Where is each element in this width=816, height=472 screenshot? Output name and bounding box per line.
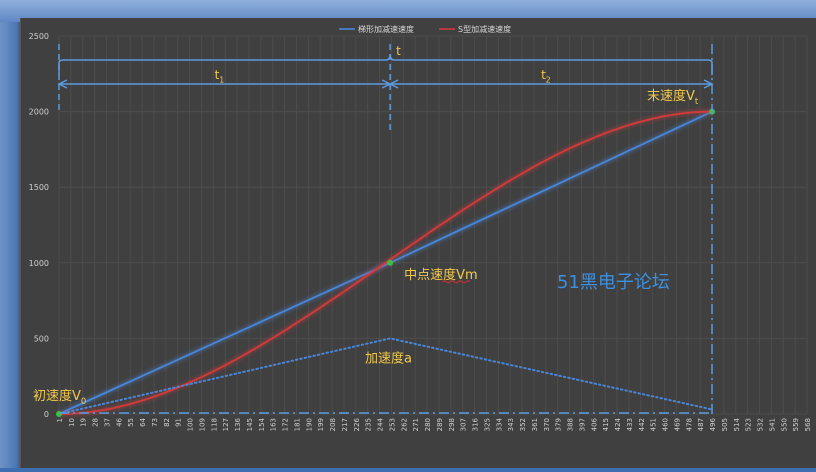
x-tick-label: 55 <box>127 418 135 427</box>
x-tick-label: 64 <box>139 417 147 426</box>
chart-svg: 050010001500200025001 10 19 28 37 46 55 64 73 82 9… <box>29 24 812 431</box>
annotation-t1-sub: 1 <box>219 76 224 85</box>
window: 0 500 1000 1500 2000 2500 1 10 19 28 37 46 55 64 73 82 9… <box>0 0 816 468</box>
chart-area[interactable]: 0 500 1000 1500 2000 2500 1 10 19 28 37 46 55 64 73 82 9… <box>20 18 816 468</box>
x-tick-label: 487 <box>697 418 705 431</box>
x-tick-label: 1 <box>56 418 64 422</box>
x-tick-label: 541 <box>768 418 776 431</box>
x-tick-label: 442 <box>638 418 646 431</box>
x-tick-label: 37 <box>103 418 111 427</box>
x-tick-label: 82 <box>163 418 171 427</box>
annotation-t: t <box>396 44 401 58</box>
x-tick-label: 235 <box>365 418 373 431</box>
x-tick-label: 181 <box>293 418 301 431</box>
x-tick-label: 28 <box>92 418 100 427</box>
x-tick-label: 262 <box>400 418 408 431</box>
x-tick-label: 388 <box>567 418 575 431</box>
annotation-v0-sub: 0 <box>81 396 86 406</box>
x-tick-label: 199 <box>317 418 325 431</box>
annotation-vt-main: 末速度V <box>647 88 695 104</box>
x-tick-label: 244 <box>377 417 385 431</box>
x-tick-label: 208 <box>329 418 337 431</box>
x-tick-label: 271 <box>412 418 420 431</box>
x-tick-label: 73 <box>151 418 159 427</box>
annotation-t-main: t <box>396 44 401 58</box>
x-tick-label: 532 <box>757 418 765 431</box>
x-tick-label: 559 <box>792 418 800 431</box>
x-tick-label: 415 <box>602 418 610 431</box>
x-tick-label: 307 <box>460 418 468 431</box>
x-tick-label: 163 <box>270 418 278 431</box>
x-tick-label: 19 <box>80 418 88 427</box>
annotation-vm: 中点速度Vm <box>404 267 478 283</box>
x-tick-label: 316 <box>472 417 480 431</box>
legend-entry: 梯形加减速速度 <box>358 24 414 34</box>
data-marker <box>56 411 62 417</box>
y-tick-label: 2500 <box>29 32 49 41</box>
y-tick-label: 500 <box>34 334 49 343</box>
x-tick-label: 370 <box>543 418 551 431</box>
annotation-v0: 初速度V0 <box>33 388 86 406</box>
x-tick-label: 217 <box>341 418 349 431</box>
x-tick-label: 154 <box>258 417 266 431</box>
x-tick-label: 298 <box>448 418 456 431</box>
x-tick-label: 550 <box>780 418 788 431</box>
x-tick-label: 478 <box>685 418 693 431</box>
x-tick-label: 379 <box>555 418 563 431</box>
x-tick-label: 361 <box>531 418 539 431</box>
x-tick-label: 226 <box>353 417 361 431</box>
x-tick-label: 325 <box>483 418 491 431</box>
annotation-vt: 末速度Vt <box>647 88 699 106</box>
y-tick-label: 1000 <box>29 259 49 268</box>
x-tick-label: 433 <box>626 418 634 431</box>
x-tick-label: 496 <box>709 417 717 431</box>
x-tick-label: 118 <box>210 418 218 431</box>
x-tick-label: 109 <box>198 418 206 431</box>
x-tick-label: 424 <box>614 417 622 431</box>
y-tick-label: 1500 <box>29 183 49 192</box>
x-tick-label: 289 <box>436 418 444 431</box>
x-tick-label: 91 <box>175 418 183 427</box>
annotation-vt-sub: t <box>695 96 699 106</box>
x-tick-label: 460 <box>662 418 670 431</box>
x-tick-label: 334 <box>495 417 503 431</box>
x-tick-label: 352 <box>519 418 527 431</box>
legend-entry: S型加减速速度 <box>458 24 511 34</box>
x-tick-label: 100 <box>187 418 195 431</box>
annotation-vm-main: 中点速度Vm <box>404 267 478 283</box>
x-tick-label: 253 <box>388 418 396 431</box>
x-tick-label: 145 <box>246 418 254 431</box>
x-tick-label: 406 <box>590 417 598 431</box>
x-tick-label: 343 <box>507 418 515 431</box>
x-tick-label: 469 <box>673 418 681 431</box>
x-tick-label: 514 <box>733 417 741 431</box>
annotation-v0-main: 初速度V <box>33 388 81 404</box>
annotation-t2-sub: 2 <box>546 76 551 85</box>
x-tick-label: 451 <box>650 418 658 431</box>
x-tick-label: 190 <box>305 418 313 431</box>
x-tick-label: 172 <box>282 418 290 431</box>
data-marker <box>387 259 394 266</box>
annotation-accel: 加速度a <box>365 350 412 366</box>
annotation-accel-main: 加速度a <box>365 350 412 366</box>
x-tick-label: 397 <box>578 418 586 431</box>
x-tick-label: 136 <box>234 417 242 431</box>
x-tick-label: 505 <box>721 418 729 431</box>
x-tick-label: 46 <box>115 417 123 426</box>
x-tick-label: 568 <box>804 418 812 431</box>
dim-bracket-t <box>58 53 713 75</box>
watermark-text: 51黑电子论坛 <box>557 272 670 293</box>
annotation-t1: t1 <box>215 68 225 85</box>
y-tick-label: 2000 <box>29 108 49 117</box>
y-tick-label: 0 <box>44 410 49 419</box>
x-tick-label: 280 <box>424 418 432 431</box>
x-tick-label: 127 <box>222 418 230 431</box>
x-tick-label: 523 <box>745 418 753 431</box>
x-tick-label: 10 <box>68 418 76 427</box>
series-line-acceleration <box>58 337 714 415</box>
